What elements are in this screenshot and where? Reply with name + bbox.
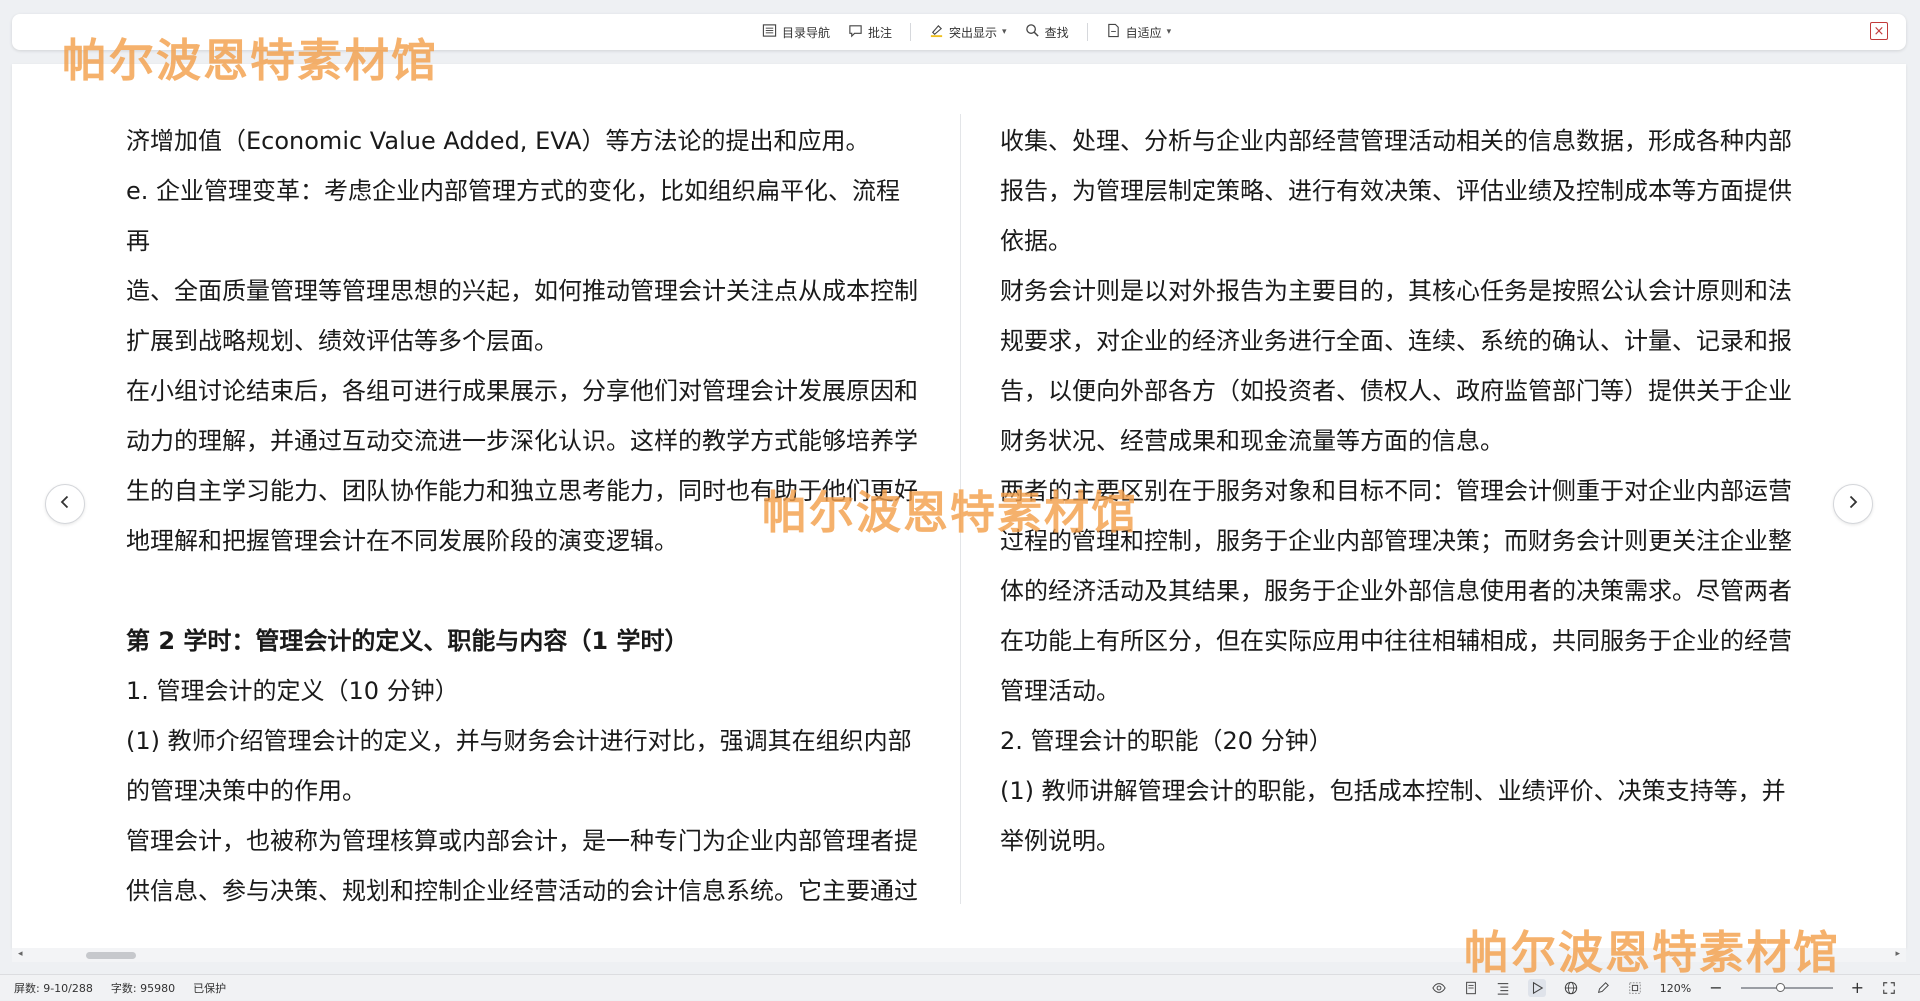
chevron-left-icon <box>57 494 73 514</box>
protect-status: 已保护 <box>193 982 227 995</box>
text-line: 两者的主要区别在于服务对象和目标不同：管理会计侧重于对企业内部运营 <box>1000 477 1792 505</box>
left-page-column: 济增加值（Economic Value Added, EVA）等方法论的提出和应… <box>126 116 921 916</box>
toc-icon <box>762 23 777 41</box>
chevron-down-icon: ▾ <box>1002 27 1007 37</box>
text-line: 地理解和把握管理会计在不同发展阶段的演变逻辑。 <box>126 527 678 555</box>
zoom-out-icon[interactable]: − <box>1709 980 1722 996</box>
top-toolbar: 目录导航 批注 突出显示 ▾ 查找 自适应 ▾ × <box>12 14 1906 50</box>
scroll-right-arrow-icon[interactable]: ▸ <box>1895 949 1900 959</box>
text-line: 在功能上有所区分，但在实际应用中往往相辅相成，共同服务于企业的经营 <box>1000 627 1792 655</box>
right-page-column: 收集、处理、分析与企业内部经营管理活动相关的信息数据，形成各种内部 报告，为管理层… <box>1000 116 1795 866</box>
text-line: 在小组讨论结束后，各组可进行成果展示，分享他们对管理会计发展原因和 <box>126 377 918 405</box>
comment-icon <box>848 23 863 41</box>
scrollbar-thumb[interactable] <box>86 952 136 959</box>
highlight-button[interactable]: 突出显示 ▾ <box>929 23 1007 41</box>
pen-icon[interactable] <box>1596 981 1610 995</box>
chevron-right-icon <box>1845 494 1861 514</box>
document-view: 济增加值（Economic Value Added, EVA）等方法论的提出和应… <box>12 64 1906 948</box>
fit-width-dropdown[interactable]: 自适应 ▾ <box>1106 23 1172 41</box>
page-indicator[interactable]: 屏数: 9-10/288 <box>14 980 93 996</box>
toolbar-divider <box>910 23 912 41</box>
toc-nav-label: 目录导航 <box>782 25 831 40</box>
chevron-down-icon: ▾ <box>1166 27 1172 37</box>
text-line: 体的经济活动及其结果，服务于企业外部信息使用者的决策需求。尽管两者 <box>1000 577 1792 605</box>
fit-page-icon[interactable] <box>1628 981 1642 995</box>
eye-icon[interactable] <box>1432 981 1446 995</box>
highlight-label: 突出显示 <box>949 25 998 40</box>
toolbar-divider <box>1086 23 1088 41</box>
scroll-left-arrow-icon[interactable]: ◂ <box>18 949 23 959</box>
text-line: 生的自主学习能力、团队协作能力和独立思考能力，同时也有助于他们更好 <box>126 477 918 505</box>
highlighter-icon <box>929 23 944 41</box>
text-line: 造、全面质量管理等管理思想的兴起，如何推动管理会计关注点从成本控制 <box>126 277 918 305</box>
text-line: 告，以便向外部各方（如投资者、债权人、政府监管部门等）提供关于企业 <box>1000 377 1792 405</box>
text-line: 规要求，对企业的经济业务进行全面、连续、系统的确认、计量、记录和报 <box>1000 327 1792 355</box>
search-icon <box>1025 23 1040 41</box>
find-button[interactable]: 查找 <box>1025 23 1069 41</box>
text-line: 财务状况、经营成果和现金流量等方面的信息。 <box>1000 427 1504 455</box>
text-line: 管理会计，也被称为管理核算或内部会计，是一种专门为企业内部管理者提 <box>126 827 918 855</box>
zoom-slider-handle[interactable] <box>1776 983 1786 992</box>
page-fit-icon <box>1106 23 1121 41</box>
text-line: e. 企业管理变革：考虑企业内部管理方式的变化，比如组织扁平化、流程再 <box>126 177 901 255</box>
play-icon[interactable] <box>1527 979 1546 997</box>
text-line: 举例说明。 <box>1000 827 1120 855</box>
text-line: 管理活动。 <box>1000 677 1120 705</box>
page-view-icon[interactable] <box>1464 981 1478 995</box>
text-line: 1. 管理会计的定义（10 分钟） <box>126 677 459 705</box>
text-line: 2. 管理会计的职能（20 分钟） <box>1000 727 1333 755</box>
toc-nav-button[interactable]: 目录导航 <box>762 23 830 41</box>
word-count[interactable]: 字数: 95980 <box>111 980 175 996</box>
text-line: 过程的管理和控制，服务于企业内部管理决策；而财务会计则更关注企业整 <box>1000 527 1792 555</box>
prev-page-button[interactable] <box>45 484 85 524</box>
toolbar-group: 目录导航 批注 突出显示 ▾ 查找 自适应 ▾ <box>762 14 1171 50</box>
text-line: 扩展到战略规划、绩效评估等多个层面。 <box>126 327 558 355</box>
text-line: 济增加值（Economic Value Added, EVA）等方法论的提出和应… <box>126 127 870 155</box>
status-bar: 屏数: 9-10/288 字数: 95980 已保护 120% − + <box>0 974 1920 1000</box>
comment-button[interactable]: 批注 <box>848 23 892 41</box>
comment-label: 批注 <box>868 25 893 40</box>
zoom-level[interactable]: 120% <box>1660 982 1691 995</box>
outline-list-icon[interactable] <box>1496 981 1510 995</box>
close-button[interactable]: × <box>1870 22 1888 40</box>
text-line: (1) 教师讲解管理会计的职能，包括成本控制、业绩评价、决策支持等，并 <box>1000 777 1786 805</box>
next-page-button[interactable] <box>1833 484 1873 524</box>
globe-icon[interactable] <box>1564 981 1578 995</box>
fullscreen-icon[interactable] <box>1882 981 1896 995</box>
zoom-in-icon[interactable]: + <box>1851 980 1864 996</box>
zoom-slider[interactable] <box>1740 983 1833 992</box>
text-line: 动力的理解，并通过互动交流进一步深化认识。这样的教学方式能够培养学 <box>126 427 918 455</box>
text-line: 报告，为管理层制定策略、进行有效决策、评估业绩及控制成本等方面提供 <box>1000 177 1792 205</box>
text-line: (1) 教师介绍管理会计的定义，并与财务会计进行对比，强调其在组织内部 <box>126 727 912 755</box>
text-line: 供信息、参与决策、规划和控制企业经营活动的会计信息系统。它主要通过 <box>126 877 918 905</box>
page-divider <box>960 114 961 904</box>
fit-label: 自适应 <box>1125 25 1162 40</box>
text-line: 依据。 <box>1000 227 1072 255</box>
text-line: 收集、处理、分析与企业内部经营管理活动相关的信息数据，形成各种内部 <box>1000 127 1792 155</box>
horizontal-scrollbar[interactable]: ◂ ▸ <box>12 948 1906 962</box>
text-line: 的管理决策中的作用。 <box>126 777 366 805</box>
close-icon: × <box>1873 23 1885 39</box>
find-label: 查找 <box>1044 25 1069 40</box>
section-heading: 第 2 学时：管理会计的定义、职能与内容（1 学时） <box>126 627 689 655</box>
text-line: 财务会计则是以对外报告为主要目的，其核心任务是按照公认会计原则和法 <box>1000 277 1792 305</box>
